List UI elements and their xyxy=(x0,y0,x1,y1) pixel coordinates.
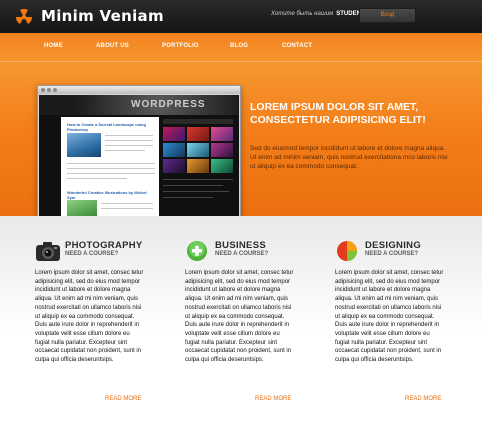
mockup-text-line xyxy=(67,173,155,174)
mockup-text-line xyxy=(101,203,153,204)
mockup-text-line xyxy=(67,163,155,164)
mockup-text-line xyxy=(163,179,233,180)
mockup-dot-icon xyxy=(47,88,51,92)
mockup-thumbnail xyxy=(163,159,185,173)
mockup-text-line xyxy=(67,178,127,179)
mockup-post-title: How to Create a Surreal Landscape using … xyxy=(67,122,146,132)
mockup-post-title: Wonderful Creative Illustrations by Mich… xyxy=(67,190,147,200)
nav-item-home[interactable]: HOME xyxy=(44,43,63,49)
mockup-content: How to Create a Surreal Landscape using … xyxy=(61,117,159,218)
feature-subtitle: NEED A COURSE? xyxy=(65,251,119,257)
mockup-text-line xyxy=(163,185,223,186)
features-section: PHOTOGRAPHY NEED A COURSE? Lorem ipsum d… xyxy=(0,216,482,426)
pie-chart-icon xyxy=(337,241,357,261)
feature-title: BUSINESS xyxy=(215,240,266,251)
mockup-header: WORDPRESS xyxy=(39,95,239,115)
feature-title: DESIGNING xyxy=(365,240,422,251)
mockup-text-line xyxy=(67,168,155,169)
feature-business: BUSINESS NEED A COURSE? Lorem ipsum dolo… xyxy=(185,216,320,426)
hero-text: Sed do eiusmod tempor incididunt ut labo… xyxy=(250,145,448,170)
hero-section: HOME ABOUT US PORTFOLIO BLOG CONTACT WOR… xyxy=(0,33,482,219)
mockup-logo: WORDPRESS xyxy=(131,99,206,110)
mockup-text-line xyxy=(105,140,153,141)
feature-text: Lorem ipsum dolor sit amet, consec tetur… xyxy=(35,270,144,364)
mockup-thumbnail xyxy=(187,159,209,173)
mockup-thumbnail xyxy=(211,127,233,141)
website-mockup: WORDPRESS How to Create a Surreal Landsc… xyxy=(37,85,241,219)
mockup-thumbnail xyxy=(163,143,185,157)
mockup-thumbnail xyxy=(211,143,233,157)
read-more-link[interactable]: READ MORE xyxy=(405,396,441,402)
mockup-text-line xyxy=(105,135,153,136)
mockup-text-line xyxy=(163,191,229,192)
read-more-link[interactable]: READ MORE xyxy=(105,396,141,402)
mockup-screen: WORDPRESS How to Create a Surreal Landsc… xyxy=(39,95,239,218)
plus-circle-icon xyxy=(187,241,207,261)
mockup-illustration-image xyxy=(67,200,97,216)
feature-subtitle: NEED A COURSE? xyxy=(215,251,269,257)
feature-subtitle: NEED A COURSE? xyxy=(365,251,419,257)
feature-designing: DESIGNING NEED A COURSE? Lorem ipsum dol… xyxy=(335,216,470,426)
mockup-sidebar xyxy=(163,119,233,216)
brand-name[interactable]: Minim Veniam xyxy=(41,7,164,25)
tagline-text: Хотите быть нашим xyxy=(271,11,334,17)
hero-title: LOREM IPSUM DOLOR SIT AMET, CONSECTETUR … xyxy=(250,101,426,126)
mockup-thumbnail xyxy=(163,127,185,141)
mockup-landscape-image xyxy=(67,133,101,157)
mockup-thumbnail xyxy=(187,127,209,141)
mockup-text-line xyxy=(105,150,145,151)
login-button[interactable]: Вход xyxy=(359,8,416,23)
mockup-text-line xyxy=(105,145,153,146)
mockup-thumbnail xyxy=(187,143,209,157)
nav-item-about-us[interactable]: ABOUT US xyxy=(96,43,129,49)
mockup-text-line xyxy=(163,197,213,198)
main-nav: HOME ABOUT US PORTFOLIO BLOG CONTACT xyxy=(0,43,482,57)
mockup-text-line xyxy=(101,208,153,209)
feature-photography: PHOTOGRAPHY NEED A COURSE? Lorem ipsum d… xyxy=(35,216,170,426)
nav-divider xyxy=(0,61,482,62)
feature-text: Lorem ipsum dolor sit amet, consec tetur… xyxy=(185,270,294,364)
mockup-dot-icon xyxy=(41,88,45,92)
camera-icon xyxy=(36,242,60,261)
nav-item-blog[interactable]: BLOG xyxy=(230,43,248,49)
read-more-link[interactable]: READ MORE xyxy=(255,396,291,402)
top-bar: Minim Veniam Хотите быть нашимSTUDENTOM™… xyxy=(0,0,482,33)
feature-text: Lorem ipsum dolor sit amet, consec tetur… xyxy=(335,270,444,364)
mockup-thumbnail xyxy=(211,159,233,173)
feature-title: PHOTOGRAPHY xyxy=(65,240,143,251)
radiation-logo-icon xyxy=(15,8,33,24)
mockup-browser-chrome xyxy=(38,86,240,94)
mockup-dot-icon xyxy=(53,88,57,92)
nav-item-portfolio[interactable]: PORTFOLIO xyxy=(162,43,199,49)
nav-item-contact[interactable]: CONTACT xyxy=(282,43,312,49)
